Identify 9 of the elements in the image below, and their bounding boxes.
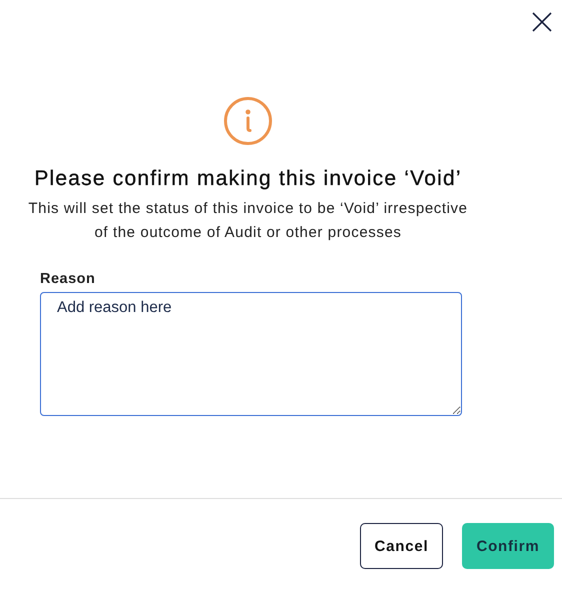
close-icon [532,12,552,32]
dialog-title: Please confirm making this invoice ‘Void’ [33,166,463,191]
confirm-button[interactable]: Confirm [462,523,554,569]
close-button[interactable] [532,12,552,32]
reason-field[interactable]: Add reason here [40,292,462,416]
info-icon [223,96,273,146]
cancel-button[interactable]: Cancel [360,523,443,569]
dialog-message: This will set the status of this invoice to be ‘Void’ irrespective of the outcome of Audit or other processes [28,199,468,243]
field-label: Reason [40,271,96,287]
